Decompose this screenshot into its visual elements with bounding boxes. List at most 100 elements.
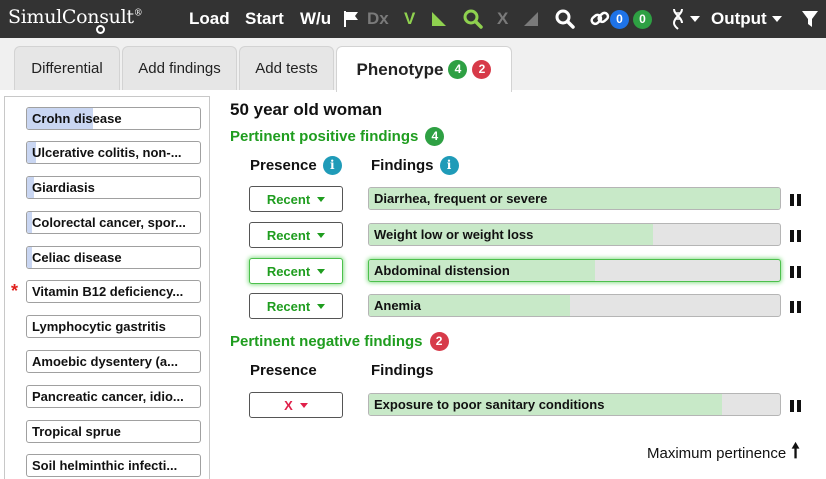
chevron-down-icon bbox=[317, 232, 326, 238]
presence-dropdown[interactable]: X bbox=[249, 392, 343, 418]
diagnosis-label: Colorectal cancer, spor... bbox=[32, 215, 186, 230]
presence-dropdown[interactable]: Recent bbox=[249, 258, 343, 284]
chevron-down-icon bbox=[771, 16, 782, 22]
v-button[interactable]: V bbox=[404, 0, 415, 38]
presence-value: Recent bbox=[266, 227, 311, 243]
tab-add-findings[interactable]: Add findings bbox=[122, 46, 237, 90]
positive-count-badge: 4 bbox=[448, 60, 468, 79]
negative-findings-title-text: Pertinent negative findings bbox=[230, 333, 423, 350]
finding-label: Diarrhea, frequent or severe bbox=[374, 191, 548, 206]
finding-item[interactable]: Anemia bbox=[368, 294, 781, 317]
maximum-pertinence-legend: Maximum pertinence 🠕 bbox=[647, 436, 800, 470]
output-menu[interactable]: Output bbox=[711, 0, 782, 38]
tab-bar: Differential Add findings Add tests Phen… bbox=[0, 38, 826, 92]
finding-label: Exposure to poor sanitary conditions bbox=[374, 397, 605, 412]
presence-value: Recent bbox=[266, 298, 311, 314]
patient-description: 50 year old woman bbox=[230, 100, 383, 119]
diagnosis-label: Giardiasis bbox=[32, 180, 95, 195]
finding-label: Weight low or weight loss bbox=[374, 227, 534, 242]
presence-value: Recent bbox=[266, 263, 311, 279]
arrow-up-icon: 🠕 bbox=[791, 440, 800, 462]
diagnosis-item[interactable]: Colorectal cancer, spor... bbox=[26, 211, 201, 234]
finding-item[interactable]: Diarrhea, frequent or severe bbox=[368, 187, 781, 210]
corner-triangle-icon[interactable] bbox=[431, 0, 447, 38]
diagnosis-item[interactable]: Soil helminthic infecti... bbox=[26, 454, 201, 477]
x-button[interactable]: X bbox=[497, 0, 508, 38]
corner-triangle-dim-icon[interactable] bbox=[523, 0, 539, 38]
chevron-down-icon bbox=[299, 402, 308, 408]
tab-phenotype[interactable]: Phenotype 4 2 bbox=[336, 46, 512, 92]
diagnosis-label: Pancreatic cancer, idio... bbox=[32, 389, 184, 404]
finding-item[interactable]: Abdominal distension bbox=[368, 259, 781, 282]
presence-header: Presence i bbox=[250, 156, 342, 175]
positive-findings-title-text: Pertinent positive findings bbox=[230, 128, 419, 145]
diagnosis-label: Tropical sprue bbox=[32, 424, 121, 439]
dx-button[interactable]: Dx bbox=[367, 0, 389, 38]
workup-button[interactable]: W/u bbox=[300, 0, 331, 38]
diagnosis-label: Amoebic dysentery (a... bbox=[32, 354, 178, 369]
output-label: Output bbox=[711, 9, 767, 28]
finding-item[interactable]: Weight low or weight loss bbox=[368, 223, 781, 246]
legend-label: Maximum pertinence bbox=[647, 444, 787, 462]
diagnosis-item[interactable]: Lymphocytic gastritis bbox=[26, 315, 201, 338]
link-icon[interactable] bbox=[589, 0, 611, 38]
tab-add-tests[interactable]: Add tests bbox=[239, 46, 334, 90]
search-all-icon[interactable] bbox=[555, 0, 575, 38]
chevron-down-icon bbox=[317, 303, 326, 309]
diagnosis-label: Celiac disease bbox=[32, 250, 122, 265]
diagnosis-item[interactable]: Giardiasis bbox=[26, 176, 201, 199]
negative-findings-title: Pertinent negative findings 2 bbox=[230, 332, 449, 351]
dna-menu[interactable] bbox=[671, 0, 700, 38]
presence-dropdown[interactable]: Recent bbox=[249, 222, 343, 248]
diagnosis-item[interactable]: Crohn disease bbox=[26, 107, 201, 130]
diagnosis-item[interactable]: Ulcerative colitis, non-... bbox=[26, 141, 201, 164]
chevron-down-icon bbox=[317, 268, 326, 274]
link-count-badge-blue: 0 bbox=[610, 9, 629, 29]
presence-value: Recent bbox=[266, 191, 311, 207]
app-logo[interactable]: SimulConsult® bbox=[8, 6, 143, 34]
start-button[interactable]: Start bbox=[245, 0, 284, 38]
pause-icon[interactable] bbox=[790, 266, 802, 278]
presence-value: X bbox=[284, 397, 293, 413]
negative-presence-header: Presence bbox=[250, 362, 317, 379]
pause-icon[interactable] bbox=[790, 230, 802, 242]
load-button[interactable]: Load bbox=[189, 0, 230, 38]
negative-findings-badge: 2 bbox=[429, 332, 449, 351]
diagnosis-item[interactable]: Amoebic dysentery (a... bbox=[26, 350, 201, 373]
flag-icon[interactable] bbox=[343, 0, 359, 38]
link-count-badge-green: 0 bbox=[633, 9, 652, 29]
differential-sidebar: Crohn disease Ulcerative colitis, non-...… bbox=[4, 96, 210, 479]
pause-icon[interactable] bbox=[790, 301, 802, 313]
presence-header-text: Presence bbox=[250, 157, 317, 174]
diagnosis-item[interactable]: Celiac disease bbox=[26, 246, 201, 269]
search-icon[interactable] bbox=[463, 0, 483, 38]
flag-star-icon: * bbox=[11, 281, 19, 301]
presence-dropdown[interactable]: Recent bbox=[249, 293, 343, 319]
diagnosis-label: Lymphocytic gastritis bbox=[32, 319, 166, 334]
dna-icon bbox=[673, 8, 683, 30]
diagnosis-label: Soil helminthic infecti... bbox=[32, 458, 178, 473]
chevron-down-icon bbox=[690, 16, 700, 22]
presence-dropdown[interactable]: Recent bbox=[249, 186, 343, 212]
findings-header-text: Findings bbox=[371, 157, 434, 174]
diagnosis-item[interactable]: Vitamin B12 deficiency... bbox=[26, 280, 201, 303]
top-toolbar: SimulConsult® Load Start W/u Dx V X 0 0 … bbox=[0, 0, 826, 38]
info-icon[interactable]: i bbox=[322, 156, 342, 175]
positive-findings-title: Pertinent positive findings 4 bbox=[230, 127, 445, 146]
negative-findings-header: Findings bbox=[371, 362, 434, 379]
diagnosis-item[interactable]: Pancreatic cancer, idio... bbox=[26, 385, 201, 408]
tab-phenotype-label: Phenotype bbox=[356, 59, 444, 79]
pause-icon[interactable] bbox=[790, 400, 802, 412]
tab-differential[interactable]: Differential bbox=[14, 46, 120, 90]
finding-label: Abdominal distension bbox=[374, 263, 510, 278]
pause-icon[interactable] bbox=[790, 194, 802, 206]
info-icon[interactable]: i bbox=[439, 156, 459, 175]
diagnosis-label: Vitamin B12 deficiency... bbox=[32, 284, 184, 299]
finding-label: Anemia bbox=[374, 298, 421, 313]
findings-header: Findings i bbox=[371, 156, 459, 175]
finding-item[interactable]: Exposure to poor sanitary conditions bbox=[368, 393, 781, 416]
filter-icon[interactable] bbox=[801, 0, 819, 38]
chevron-down-icon bbox=[317, 196, 326, 202]
diagnosis-label: Crohn disease bbox=[32, 111, 122, 126]
diagnosis-item[interactable]: Tropical sprue bbox=[26, 420, 201, 443]
